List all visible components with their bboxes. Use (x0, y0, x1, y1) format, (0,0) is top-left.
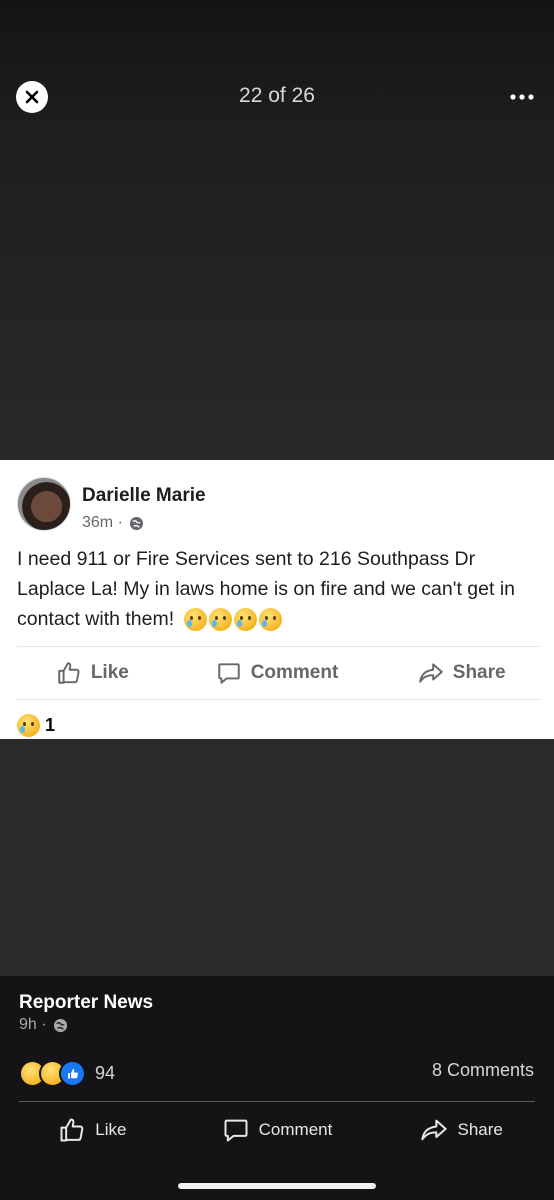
crying-face-icon (258, 608, 282, 632)
post-reaction-count: 1 (45, 715, 56, 735)
avatar (17, 477, 71, 531)
comment-button[interactable]: Comment (185, 1108, 370, 1152)
more-options-button[interactable] (510, 85, 534, 109)
comments-count[interactable]: 8 Comments (432, 1060, 534, 1081)
divider (17, 699, 540, 700)
post-meta: 36m · (82, 514, 144, 532)
post-time: 36m · (82, 514, 123, 531)
globe-icon (129, 516, 143, 530)
photo-counter: 22 of 26 (239, 84, 315, 107)
post-actions: Like Comment Share (0, 647, 554, 699)
crying-face-icon (183, 608, 207, 632)
crying-face-icon (233, 608, 257, 632)
page-meta: 9h · (19, 1016, 68, 1034)
reaction-icons (19, 1060, 86, 1087)
viewer-top-bar: 22 of 26 (0, 70, 554, 124)
post-author: Darielle Marie (82, 485, 206, 506)
thumbs-up-icon (58, 662, 80, 684)
crying-face-icon (208, 608, 232, 632)
photo-info-panel: Reporter News 9h · 94 8 Comments Like Co… (0, 976, 554, 1200)
post-reaction-summary: 1 (17, 714, 55, 737)
post-like-button: Like (0, 647, 185, 699)
reaction-count: 94 (95, 1063, 116, 1083)
globe-icon (53, 1018, 67, 1032)
post-text: I need 911 or Fire Services sent to 216 … (17, 544, 537, 634)
like-reaction-icon (59, 1060, 86, 1087)
thumbs-up-icon (60, 1118, 84, 1142)
share-icon (418, 663, 443, 683)
share-button[interactable]: Share (369, 1108, 554, 1152)
reactions-summary[interactable]: 94 (19, 1060, 115, 1087)
share-icon (421, 1119, 448, 1141)
comment-label: Comment (258, 1120, 333, 1139)
more-horizontal-icon (510, 94, 534, 100)
sad-reaction-icon (17, 714, 40, 737)
page-time: 9h · (19, 1016, 47, 1033)
post-comment-button: Comment (185, 647, 370, 699)
like-label: Like (95, 1120, 127, 1139)
panel-actions: Like Comment Share (0, 1108, 554, 1152)
divider (19, 1101, 535, 1102)
page-name[interactable]: Reporter News (19, 992, 153, 1014)
post-share-label: Share (452, 662, 506, 683)
post-comment-label: Comment (250, 662, 339, 683)
comment-icon (217, 663, 240, 684)
comment-icon (224, 1119, 248, 1142)
post-like-label: Like (90, 662, 129, 683)
post-screenshot-image[interactable]: Darielle Marie 36m · I need 911 or Fire … (0, 460, 554, 739)
post-share-button: Share (369, 647, 554, 699)
like-button[interactable]: Like (0, 1108, 185, 1152)
home-indicator[interactable] (178, 1183, 376, 1189)
emoji-group (183, 608, 282, 632)
share-label: Share (457, 1120, 503, 1139)
